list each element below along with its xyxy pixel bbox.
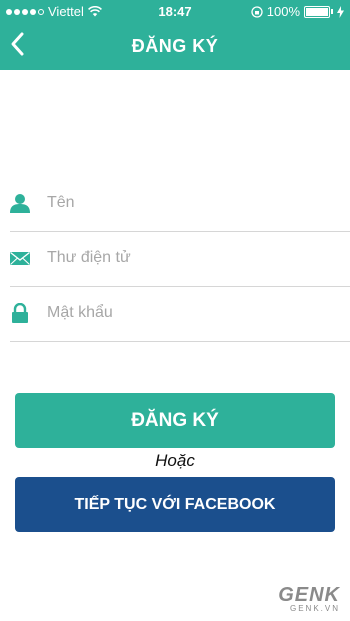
- status-bar: Viettel 18:47 100%: [0, 0, 350, 22]
- envelope-icon: [10, 251, 30, 265]
- continue-with-facebook-button[interactable]: TIẾP TỤC VỚI FACEBOOK: [15, 477, 335, 532]
- name-input[interactable]: [47, 190, 337, 216]
- orientation-lock-icon: [251, 5, 263, 18]
- password-input[interactable]: [47, 300, 337, 326]
- battery-percent: 100%: [266, 4, 300, 19]
- lock-icon: [12, 303, 28, 323]
- battery-tip: [331, 9, 333, 14]
- name-field[interactable]: [10, 176, 350, 232]
- nav-bar: ĐĂNG KÝ: [0, 22, 350, 70]
- charging-bolt-icon: [337, 5, 344, 18]
- status-right: 100%: [251, 4, 344, 19]
- genk-watermark: GENK GENK.VN: [278, 584, 340, 613]
- page-title: ĐĂNG KÝ: [131, 36, 219, 56]
- password-field[interactable]: [10, 286, 350, 342]
- register-button[interactable]: ĐĂNG KÝ: [15, 393, 335, 448]
- top-bar: Viettel 18:47 100% ĐĂNG KÝ: [0, 0, 350, 70]
- email-input[interactable]: [47, 245, 337, 271]
- user-icon: [10, 194, 30, 213]
- email-field[interactable]: [10, 231, 350, 287]
- battery-icon: [304, 5, 330, 18]
- or-divider-text: Hoặc: [155, 451, 195, 470]
